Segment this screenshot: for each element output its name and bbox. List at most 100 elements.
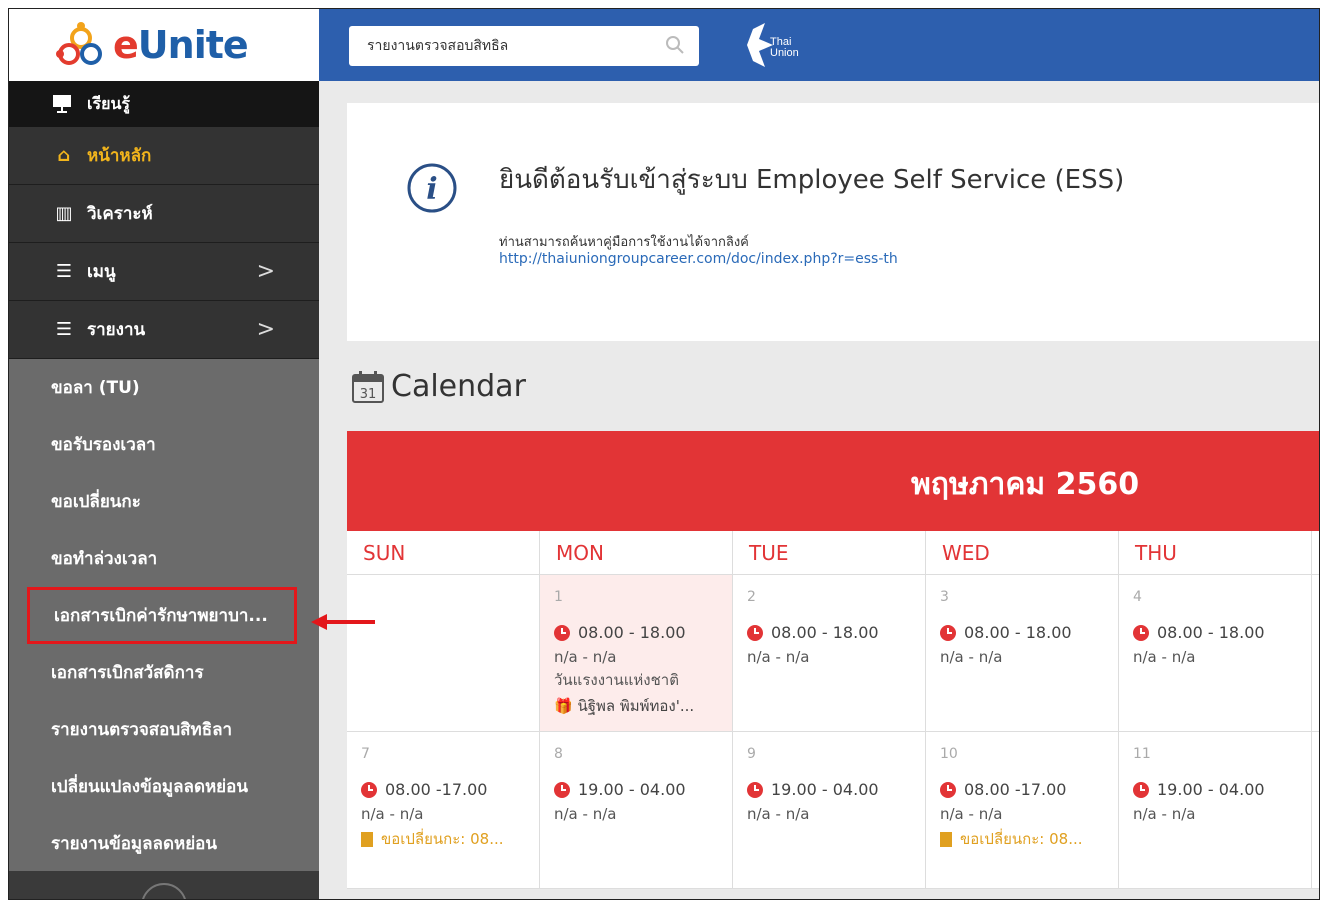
day-number: 4 <box>1133 589 1142 605</box>
analytics-icon: ▥ <box>55 203 73 224</box>
sidebar-item-medical-claim[interactable]: เอกสารเบิกค่ารักษาพยาบา... <box>27 587 297 644</box>
shift-change-request[interactable]: ขอเปลี่ยนกะ: 08... <box>940 827 1118 851</box>
day-number: 3 <box>940 589 949 605</box>
brand-logo[interactable]: eUnite <box>9 9 319 81</box>
calendar-week-row: 1 08.00 - 18.00 n/a - n/a วันแรงงานแห่งช… <box>347 575 1319 732</box>
annotation-arrow-icon <box>311 614 375 630</box>
clock-in-out: n/a - n/a <box>940 805 1003 823</box>
welcome-description: ท่านสามารถค้นหาคู่มือการใช้งานได้จากลิงค… <box>499 235 749 250</box>
sidebar-footer <box>9 871 319 899</box>
shift-change-request[interactable]: ขอเปลี่ยนกะ: 08... <box>361 827 539 851</box>
main-content: i ยินดีต้อนรับเข้าสู่ระบบ Employee Self … <box>319 81 1319 899</box>
calendar-day-cell[interactable]: 7 08.00 -17.00 n/a - n/a ขอเปลี่ยนกะ: 08… <box>347 732 540 888</box>
search-icon[interactable] <box>665 35 685 55</box>
shift-time: 19.00 - 04.00 <box>747 780 925 799</box>
calendar-day-cell[interactable]: 9 19.00 - 04.00 n/a - n/a <box>733 732 926 888</box>
sidebar-item-time-certify[interactable]: ขอรับรองเวลา <box>9 416 319 473</box>
sidebar-item-label: รายงาน <box>87 320 146 340</box>
clock-icon <box>940 781 956 798</box>
clock-in-out: n/a - n/a <box>940 648 1003 666</box>
holiday-label: วันแรงงานแห่งชาติ <box>554 671 679 689</box>
day-number: 9 <box>747 746 756 762</box>
list-icon: ☰ <box>55 261 73 282</box>
welcome-card: i ยินดีต้อนรับเข้าสู่ระบบ Employee Self … <box>347 103 1319 341</box>
svg-text:i: i <box>426 172 437 207</box>
manual-link[interactable]: http://thaiuniongroupcareer.com/doc/inde… <box>499 251 898 267</box>
calendar-month-label: พฤษภาคม 2560 <box>911 467 1140 502</box>
calendar-day-empty[interactable] <box>347 575 540 731</box>
calendar-day-cell[interactable]: 3 08.00 - 18.00 n/a - n/a <box>926 575 1119 731</box>
sidebar-item-leave-report[interactable]: รายงานตรวจสอบสิทธิลา <box>9 701 319 758</box>
day-number: 7 <box>361 746 370 762</box>
weekday-mon: MON <box>540 531 733 574</box>
chevron-right-icon: > <box>256 317 275 342</box>
calendar-day-cell[interactable]: 2 08.00 - 18.00 n/a - n/a <box>733 575 926 731</box>
calendar-title: Calendar <box>391 369 526 404</box>
calendar-weekday-row: SUN MON TUE WED THU <box>347 531 1319 575</box>
list-icon: ☰ <box>55 319 73 340</box>
calendar-day-cell[interactable]: 10 08.00 -17.00 n/a - n/a ขอเปลี่ยนกะ: 0… <box>926 732 1119 888</box>
sidebar-item-home[interactable]: ⌂ หน้าหลัก <box>9 127 319 185</box>
calendar-icon: 31 <box>352 370 384 403</box>
clock-icon <box>361 781 377 798</box>
clock-icon <box>747 624 763 641</box>
sidebar-item-shift-change[interactable]: ขอเปลี่ยนกะ <box>9 473 319 530</box>
document-icon <box>361 831 373 847</box>
shift-time: 08.00 -17.00 <box>940 780 1118 799</box>
weekday-sun: SUN <box>347 531 540 574</box>
day-number: 11 <box>1133 746 1151 762</box>
calendar-week-row: 7 08.00 -17.00 n/a - n/a ขอเปลี่ยนกะ: 08… <box>347 732 1319 889</box>
document-icon <box>940 831 952 847</box>
day-number: 10 <box>940 746 958 762</box>
birthday-person[interactable]: 🎁 นิฐิพล พิมพ์ทอง'... <box>554 694 732 718</box>
collapse-button[interactable] <box>141 883 187 899</box>
info-icon: i <box>407 163 457 213</box>
top-bar: Thai Union <box>319 9 1319 81</box>
search-input[interactable] <box>349 26 649 66</box>
sidebar: eUnite เรียนรู้ ⌂ หน้าหลัก ▥ วิเคราะห์ ☰… <box>9 9 319 899</box>
shift-time: 08.00 - 18.00 <box>940 623 1118 642</box>
clock-icon <box>1133 624 1149 641</box>
shift-time: 08.00 -17.00 <box>361 780 539 799</box>
sidebar-item-label: วิเคราะห์ <box>87 204 153 224</box>
clock-icon <box>1133 781 1149 798</box>
sidebar-item-deduction-report[interactable]: รายงานข้อมูลลดหย่อน <box>9 815 319 872</box>
sidebar-item-label: เมนู <box>87 262 116 282</box>
calendar-day-cell[interactable]: 1 08.00 - 18.00 n/a - n/a วันแรงงานแห่งช… <box>540 575 733 731</box>
eunite-logo-icon <box>56 22 102 65</box>
calendar-heading: 31 Calendar <box>351 369 526 404</box>
welcome-title: ยินดีต้อนรับเข้าสู่ระบบ Employee Self Se… <box>499 165 1125 195</box>
shift-time: 19.00 - 04.00 <box>1133 780 1311 799</box>
clock-icon <box>747 781 763 798</box>
app-window: eUnite เรียนรู้ ⌂ หน้าหลัก ▥ วิเคราะห์ ☰… <box>8 8 1320 900</box>
sidebar-item-deduction-change[interactable]: เปลี่ยนแปลงข้อมูลลดหย่อน <box>9 758 319 815</box>
chevron-right-icon: > <box>256 259 275 284</box>
shift-time: 19.00 - 04.00 <box>554 780 732 799</box>
sidebar-item-menu[interactable]: ☰ เมนู > <box>9 243 319 301</box>
clock-in-out: n/a - n/a <box>1133 805 1196 823</box>
sidebar-item-welfare-claim[interactable]: เอกสารเบิกสวัสดิการ <box>9 644 319 701</box>
search-box <box>349 26 699 66</box>
sidebar-item-label: เรียนรู้ <box>87 93 130 113</box>
day-number: 2 <box>747 589 756 605</box>
sidebar-item-overtime[interactable]: ขอทำล่วงเวลา <box>9 530 319 587</box>
calendar-grid: SUN MON TUE WED THU 1 08.00 - 18.00 n/a … <box>347 531 1319 889</box>
gift-icon: 🎁 <box>554 697 573 715</box>
sidebar-item-analytics[interactable]: ▥ วิเคราะห์ <box>9 185 319 243</box>
calendar-day-cell[interactable]: 4 08.00 - 18.00 n/a - n/a <box>1119 575 1312 731</box>
sidebar-item-learn[interactable]: เรียนรู้ <box>9 81 319 127</box>
calendar-day-cell[interactable]: 11 19.00 - 04.00 n/a - n/a <box>1119 732 1312 888</box>
calendar-month-banner: พฤษภาคม 2560 <box>347 431 1319 531</box>
sidebar-item-leave-request[interactable]: ขอลา (TU) <box>9 359 319 416</box>
sidebar-item-reports[interactable]: ☰ รายงาน > <box>9 301 319 359</box>
shift-time: 08.00 - 18.00 <box>1133 623 1311 642</box>
day-number: 8 <box>554 746 563 762</box>
clock-in-out: n/a - n/a <box>1133 648 1196 666</box>
weekday-tue: TUE <box>733 531 926 574</box>
calendar-day-cell[interactable]: 8 19.00 - 04.00 n/a - n/a <box>540 732 733 888</box>
weekday-thu: THU <box>1119 531 1312 574</box>
svg-text:31: 31 <box>360 387 377 402</box>
clock-icon <box>940 624 956 641</box>
presentation-board-icon <box>53 95 71 113</box>
clock-in-out: n/a - n/a <box>554 648 617 666</box>
